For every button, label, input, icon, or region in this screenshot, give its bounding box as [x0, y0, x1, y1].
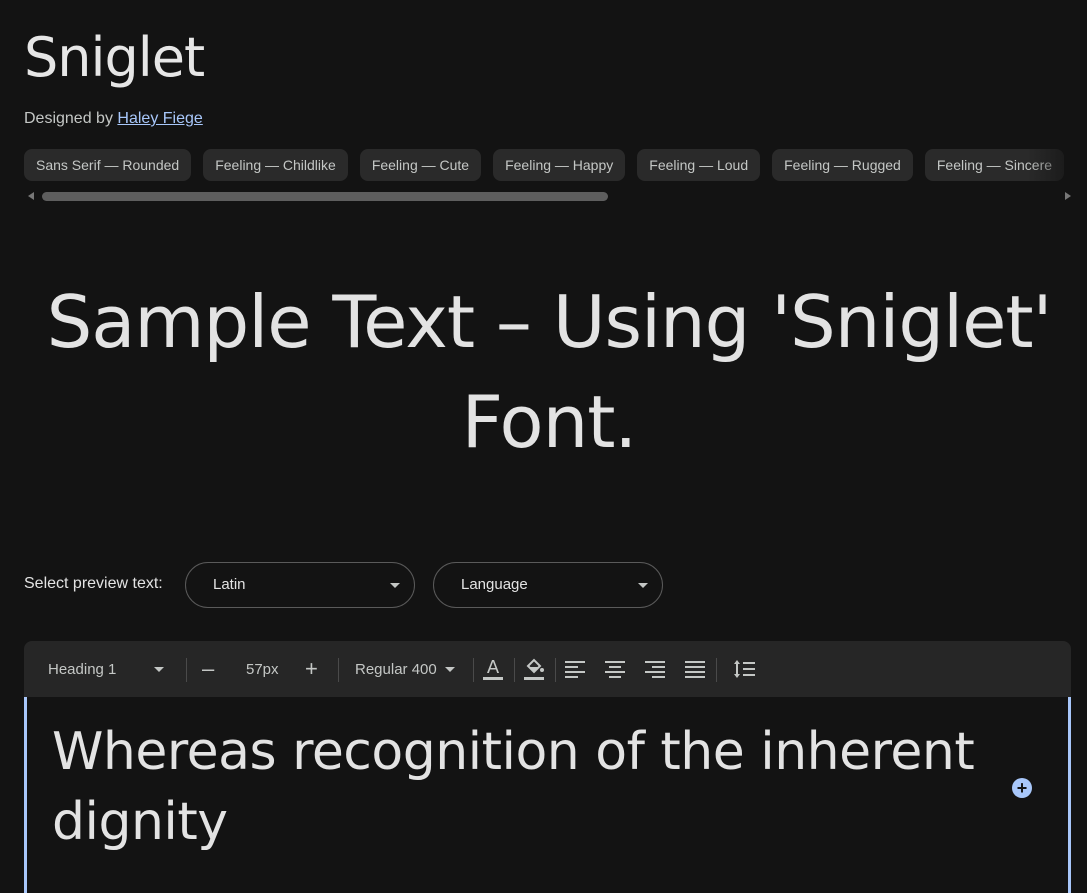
designer-line: Designed by Haley Fiege: [24, 110, 203, 128]
text-style-select[interactable]: Heading 1: [48, 641, 168, 697]
toolbar-divider: [338, 658, 339, 682]
toolbar-divider: [473, 658, 474, 682]
preview-editor[interactable]: Whereas recognition of the inherent dign…: [24, 697, 1071, 893]
chevron-down-icon: [444, 666, 455, 672]
chevron-down-icon: [638, 583, 648, 588]
tag-chip[interactable]: Feeling — Cute: [359, 149, 482, 181]
toolbar-divider: [514, 658, 515, 682]
align-left-icon: [565, 661, 585, 678]
designed-by-label: Designed by: [24, 110, 113, 127]
align-justify-icon: [685, 661, 705, 678]
scrollbar-thumb[interactable]: [42, 192, 608, 201]
text-style-value: Heading 1: [48, 660, 117, 678]
tag-chip[interactable]: Feeling — Rugged: [772, 149, 913, 181]
minus-icon: –: [202, 656, 215, 681]
tag-chip[interactable]: Sans Serif — Rounded: [24, 149, 192, 181]
line-height-icon: [734, 660, 755, 678]
decrease-size-button[interactable]: –: [202, 641, 214, 697]
font-size-text: 57px: [246, 660, 279, 678]
align-left-button[interactable]: [565, 641, 585, 697]
align-right-button[interactable]: [645, 641, 665, 697]
tag-chip[interactable]: Feeling — Happy: [493, 149, 626, 181]
tag-strip-fade: [1027, 149, 1087, 181]
align-center-button[interactable]: [605, 641, 625, 697]
chevron-down-icon: [154, 666, 165, 672]
tag-chip[interactable]: Feeling — Childlike: [203, 149, 348, 181]
toolbar-divider: [716, 658, 717, 682]
chevron-down-icon: [390, 583, 400, 588]
font-weight-value: Regular 400: [355, 660, 437, 678]
text-color-button[interactable]: A: [482, 641, 504, 697]
add-circle-icon[interactable]: +: [1012, 778, 1032, 798]
svg-text:A: A: [487, 657, 500, 678]
script-select[interactable]: Latin: [185, 562, 415, 608]
tag-chip[interactable]: Feeling — Loud: [637, 149, 761, 181]
font-size-value[interactable]: 57px: [246, 641, 279, 697]
script-select-value: Latin: [213, 576, 246, 593]
editor-toolbar: Heading 1 – 57px + Regular 400 A: [24, 641, 1071, 697]
preview-text-label: Select preview text:: [24, 575, 163, 592]
toolbar-divider: [186, 658, 187, 682]
tag-strip: Sans Serif — Rounded Feeling — Childlike…: [24, 149, 1087, 181]
language-select-value: Language: [461, 576, 528, 593]
fill-color-icon: [524, 658, 544, 680]
align-justify-button[interactable]: [685, 641, 705, 697]
line-height-button[interactable]: [733, 641, 755, 697]
scroll-right-arrow-icon[interactable]: [1065, 192, 1071, 200]
hero-sample-text: Sample Text – Using 'Sniglet' Font.: [46, 280, 1053, 464]
editor-preview-text[interactable]: Whereas recognition of the inherent dign…: [52, 717, 992, 857]
plus-icon: +: [305, 656, 318, 681]
language-select[interactable]: Language: [433, 562, 663, 608]
increase-size-button[interactable]: +: [305, 641, 318, 697]
designer-link[interactable]: Haley Fiege: [117, 110, 202, 127]
align-center-icon: [605, 661, 625, 678]
text-color-icon: A: [483, 657, 503, 680]
scroll-left-arrow-icon[interactable]: [28, 192, 34, 200]
font-weight-select[interactable]: Regular 400: [355, 641, 455, 697]
highlight-color-button[interactable]: [523, 641, 545, 697]
align-right-icon: [645, 661, 665, 678]
toolbar-divider: [555, 658, 556, 682]
tag-strip-scrollbar[interactable]: [24, 189, 1071, 203]
page-title: Sniglet: [24, 26, 205, 89]
